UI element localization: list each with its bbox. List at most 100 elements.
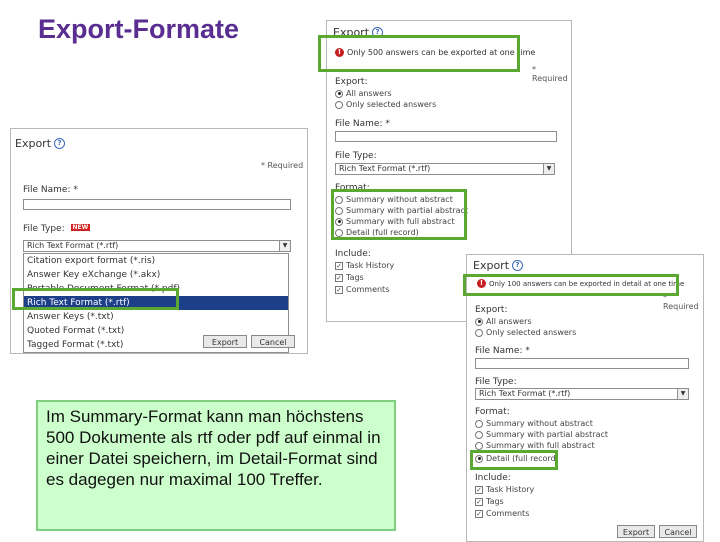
option-label: Summary without abstract xyxy=(346,195,453,204)
help-icon[interactable]: ? xyxy=(372,27,384,38)
file-type-value: Rich Text Format (*.rtf) xyxy=(27,241,119,250)
dropdown-option[interactable]: Answer Key eXchange (*.akx) xyxy=(24,268,288,282)
checkbox-icon[interactable]: ✓ xyxy=(335,285,343,294)
option-label: Comments xyxy=(346,285,390,294)
radio-icon[interactable] xyxy=(335,89,343,98)
file-type-dropdown[interactable]: Citation export format (*.ris) Answer Ke… xyxy=(23,253,289,353)
file-type-select[interactable]: Rich Text Format (*.rtf) ▼ xyxy=(335,163,555,175)
option-label: Task History xyxy=(346,261,395,270)
dialog-title: Export xyxy=(15,137,52,150)
explanation-note: Im Summary-Format kann man höchstens 500… xyxy=(36,400,396,531)
dialog-title: Export xyxy=(473,259,510,272)
export-option-selected[interactable]: Only selected answers xyxy=(475,328,576,337)
file-type-label: File Type: NEW xyxy=(23,224,91,234)
format-option[interactable]: Summary with full abstract xyxy=(335,217,455,226)
file-type-value: Rich Text Format (*.rtf) xyxy=(339,164,431,173)
option-label: All answers xyxy=(486,317,532,326)
warning-icon: ! xyxy=(477,279,486,288)
warning-icon: ! xyxy=(335,48,344,57)
radio-icon[interactable] xyxy=(335,195,343,204)
format-option[interactable]: Summary without abstract xyxy=(475,419,593,428)
dialog-header: Export ? xyxy=(333,26,384,39)
format-option[interactable]: Detail (full record) xyxy=(335,228,419,237)
dialog-title: Export xyxy=(333,26,370,39)
file-name-label: File Name: * xyxy=(23,185,78,195)
chevron-down-icon[interactable]: ▼ xyxy=(543,164,554,174)
cancel-button[interactable]: Cancel xyxy=(659,525,697,538)
option-label: Summary without abstract xyxy=(486,419,593,428)
checkbox-icon[interactable]: ✓ xyxy=(335,273,343,282)
radio-icon[interactable] xyxy=(475,328,483,337)
file-name-label: File Name: * xyxy=(335,119,390,129)
export-label: Export: xyxy=(475,305,508,315)
export-option-all[interactable]: All answers xyxy=(475,317,532,326)
dropdown-option[interactable]: Tagged Format (*.txt) xyxy=(24,338,288,352)
dropdown-option[interactable]: Citation export format (*.ris) xyxy=(24,254,288,268)
file-type-value: Rich Text Format (*.rtf) xyxy=(479,389,571,398)
file-type-label: File Type: xyxy=(475,377,517,387)
radio-icon[interactable] xyxy=(335,217,343,226)
include-option[interactable]: ✓ Tags xyxy=(475,497,504,506)
radio-icon[interactable] xyxy=(475,430,483,439)
option-label: Comments xyxy=(486,509,530,518)
warning-message: ! Only 500 answers can be exported at on… xyxy=(335,48,535,57)
warning-text: Only 100 answers can be exported in deta… xyxy=(489,279,685,288)
checkbox-icon[interactable]: ✓ xyxy=(475,509,483,518)
option-label: Detail (full record) xyxy=(346,228,419,237)
format-option[interactable]: Detail (full record) xyxy=(475,454,559,463)
chevron-down-icon[interactable]: ▼ xyxy=(279,241,290,251)
checkbox-icon[interactable]: ✓ xyxy=(475,485,483,494)
export-dialog-right: Export ? ! Only 100 answers can be expor… xyxy=(466,254,704,542)
radio-icon[interactable] xyxy=(475,441,483,450)
radio-icon[interactable] xyxy=(475,454,483,463)
format-option[interactable]: Summary without abstract xyxy=(335,195,453,204)
format-option[interactable]: Summary with full abstract xyxy=(475,441,595,450)
new-badge: NEW xyxy=(70,224,91,231)
option-label: Summary with full abstract xyxy=(346,217,455,226)
option-label: Tags xyxy=(346,273,364,282)
radio-icon[interactable] xyxy=(475,317,483,326)
required-note: * Required xyxy=(663,293,699,311)
file-name-input[interactable] xyxy=(335,131,557,142)
export-button[interactable]: Export xyxy=(617,525,655,538)
export-label: Export: xyxy=(335,77,368,87)
include-option[interactable]: ✓ Task History xyxy=(475,485,534,494)
radio-icon[interactable] xyxy=(335,228,343,237)
format-option[interactable]: Summary with partial abstract xyxy=(335,206,468,215)
file-name-input[interactable] xyxy=(475,358,689,369)
checkbox-icon[interactable]: ✓ xyxy=(335,261,343,270)
dropdown-option-selected[interactable]: Rich Text Format (*.rtf) xyxy=(24,296,288,310)
include-option[interactable]: ✓ Comments xyxy=(475,509,529,518)
radio-icon[interactable] xyxy=(335,100,343,109)
option-label: Detail (full record) xyxy=(486,454,559,463)
chevron-down-icon[interactable]: ▼ xyxy=(677,389,688,399)
include-label: Include: xyxy=(475,473,511,483)
required-note: * Required xyxy=(261,161,304,170)
file-type-text: File Type: xyxy=(23,224,65,234)
file-type-select[interactable]: Rich Text Format (*.rtf) ▼ xyxy=(23,240,291,252)
dropdown-option[interactable]: Quoted Format (*.txt) xyxy=(24,324,288,338)
include-option[interactable]: ✓ Task History xyxy=(335,261,394,270)
radio-icon[interactable] xyxy=(475,419,483,428)
dropdown-option[interactable]: Answer Keys (*.txt) xyxy=(24,310,288,324)
radio-icon[interactable] xyxy=(335,206,343,215)
export-option-selected[interactable]: Only selected answers xyxy=(335,100,436,109)
export-button[interactable]: Export xyxy=(203,335,247,348)
cancel-button[interactable]: Cancel xyxy=(251,335,295,348)
export-option-all[interactable]: All answers xyxy=(335,89,392,98)
warning-message: ! Only 100 answers can be exported in de… xyxy=(477,279,684,288)
help-icon[interactable]: ? xyxy=(54,138,66,149)
option-label: Summary with partial abstract xyxy=(486,430,609,439)
include-option[interactable]: ✓ Tags xyxy=(335,273,364,282)
format-option[interactable]: Summary with partial abstract xyxy=(475,430,608,439)
dropdown-option[interactable]: Portable Document Format (*.pdf) xyxy=(24,282,288,296)
help-icon[interactable]: ? xyxy=(512,260,524,271)
checkbox-icon[interactable]: ✓ xyxy=(475,497,483,506)
format-label: Format: xyxy=(475,407,510,417)
dialog-header: Export ? xyxy=(15,137,66,150)
include-option[interactable]: ✓ Comments xyxy=(335,285,389,294)
file-name-input[interactable] xyxy=(23,199,291,210)
file-type-select[interactable]: Rich Text Format (*.rtf) ▼ xyxy=(475,388,689,400)
dialog-header: Export ? xyxy=(473,259,524,272)
required-note: * Required xyxy=(532,65,568,83)
